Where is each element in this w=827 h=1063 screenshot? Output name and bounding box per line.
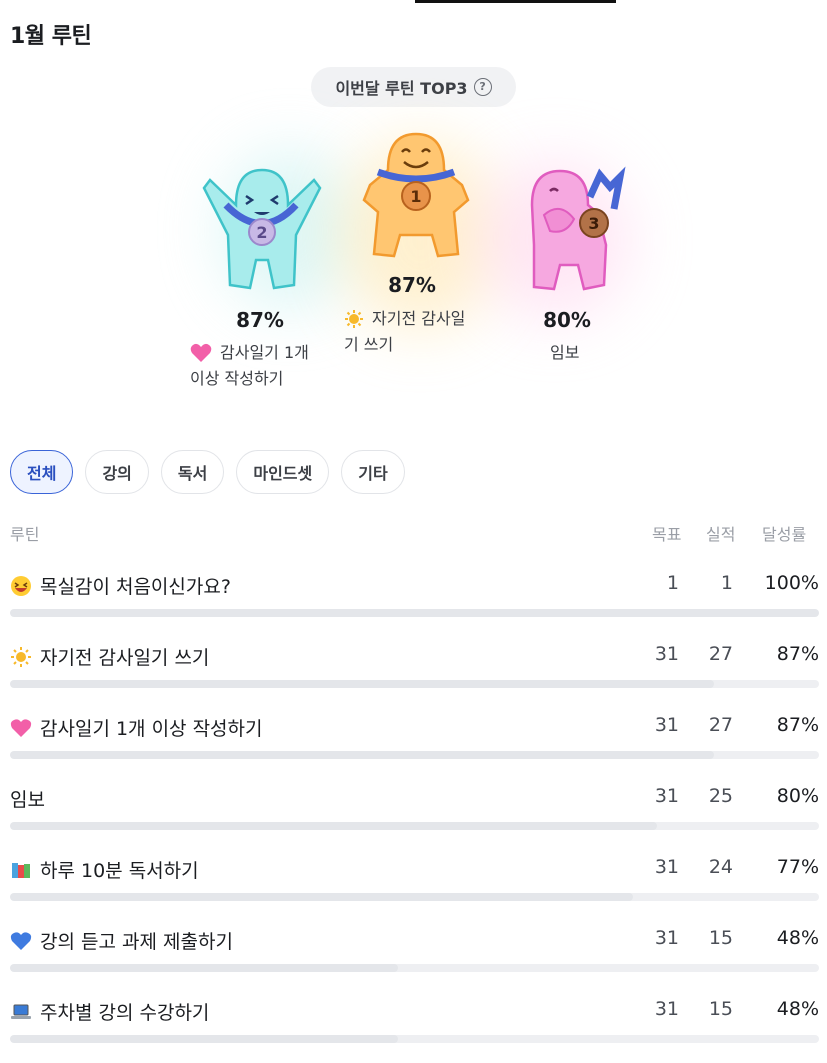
progress-bar (10, 964, 819, 972)
rate-value: 100% (764, 572, 819, 594)
tab-reading[interactable]: 독서 (160, 450, 225, 494)
rank1-percent: 87% (388, 273, 436, 297)
table-row[interactable]: 자기전 감사일기 쓰기 31 27 87% (10, 637, 819, 708)
done-value: 1 (720, 572, 733, 594)
done-value: 27 (708, 643, 733, 665)
table-header: 루틴 목표 실적 달성률 (10, 521, 817, 544)
rank1-label: 자기전 감사일 기 쓰기 (344, 306, 465, 358)
routine-label: 하루 10분 독서하기 (40, 860, 199, 882)
rank2-character-icon: 2 (202, 168, 322, 290)
routine-label: 감사일기 1개 이상 작성하기 (40, 718, 263, 740)
progress-fill (10, 609, 819, 617)
rate-value: 87% (776, 714, 819, 736)
table-row[interactable]: 목실감이 처음이신가요? 1 1 100% (10, 566, 819, 637)
laptop-icon (11, 1004, 31, 1019)
progress-fill (10, 964, 399, 972)
table-row[interactable]: 임보 31 25 80% (10, 779, 819, 850)
progress-fill (10, 822, 658, 830)
progress-fill (10, 680, 714, 688)
routine-name: 목실감이 처음이신가요? (10, 572, 231, 599)
done-value: 15 (708, 998, 733, 1020)
rank3-medal-number: 3 (588, 214, 599, 233)
table-row[interactable]: 강의 듣고 과제 제출하기 31 15 48% (10, 921, 819, 992)
rank3-character-icon: 3 (530, 166, 626, 291)
blue-heart-icon (10, 931, 32, 950)
header-done: 실적 (706, 525, 736, 544)
routine-label: 자기전 감사일기 쓰기 (40, 647, 210, 669)
goal-value: 31 (654, 643, 679, 665)
tab-lecture[interactable]: 강의 (85, 450, 149, 494)
header-routine: 루틴 (10, 525, 40, 544)
routine-label: 강의 듣고 과제 제출하기 (40, 931, 233, 953)
top-edge-bar (415, 0, 616, 3)
done-value: 15 (708, 927, 733, 949)
goal-value: 31 (654, 856, 679, 878)
table-row[interactable]: 주차별 강의 수강하기 31 15 48% (10, 992, 819, 1063)
rank3-percent: 80% (543, 308, 591, 332)
goal-value: 31 (654, 927, 679, 949)
progress-fill (10, 1035, 399, 1043)
progress-bar (10, 822, 819, 830)
top3-pill[interactable]: 이번달 루틴 TOP3 ? (311, 67, 516, 107)
routine-name: 자기전 감사일기 쓰기 (10, 643, 209, 670)
rank2-label-line1: 감사일기 1개 (220, 343, 309, 362)
laughing-face-icon (11, 575, 31, 596)
tab-mindset[interactable]: 마인드셋 (236, 450, 330, 494)
routine-name: 감사일기 1개 이상 작성하기 (10, 714, 263, 741)
rate-value: 48% (776, 998, 819, 1020)
rank2-percent: 87% (236, 308, 284, 332)
goal-value: 31 (654, 714, 679, 736)
done-value: 24 (708, 856, 733, 878)
header-rate: 달성률 (762, 525, 807, 544)
goal-value: 1 (666, 572, 679, 594)
tab-all[interactable]: 전체 (10, 450, 74, 494)
pink-heart-icon (10, 718, 32, 737)
page-title: 1월 루틴 (10, 24, 92, 49)
goal-value: 31 (654, 785, 679, 807)
sun-icon (11, 646, 31, 667)
progress-bar (10, 680, 819, 688)
done-value: 25 (708, 785, 733, 807)
pink-heart-icon (190, 343, 212, 362)
tab-etc[interactable]: 기타 (341, 450, 405, 494)
rank1-label-line2: 기 쓰기 (344, 335, 394, 354)
rate-value: 48% (776, 927, 819, 949)
rank2-label-line2: 이상 작성하기 (190, 369, 284, 388)
routine-name: 하루 10분 독서하기 (10, 856, 199, 883)
category-tabs: 전체 강의 독서 마인드셋 기타 (10, 450, 405, 494)
header-goal: 목표 (652, 525, 682, 544)
table-row[interactable]: 하루 10분 독서하기 31 24 77% (10, 850, 819, 921)
rank3-label: 임보 (550, 343, 580, 362)
rank2-label: 감사일기 1개 이상 작성하기 (190, 340, 309, 392)
routine-label: 임보 (10, 789, 45, 811)
done-value: 27 (708, 714, 733, 736)
routine-label: 목실감이 처음이신가요? (40, 576, 231, 598)
sun-icon (345, 310, 363, 328)
routine-label: 주차별 강의 수강하기 (40, 1002, 210, 1024)
progress-fill (10, 751, 714, 759)
rate-value: 80% (776, 785, 819, 807)
rank2-medal-number: 2 (256, 223, 267, 242)
progress-bar (10, 893, 819, 901)
rate-value: 87% (776, 643, 819, 665)
books-icon (12, 862, 30, 878)
progress-bar (10, 1035, 819, 1043)
routine-table: 목실감이 처음이신가요? 1 1 100% 자기전 감사일기 쓰기 31 27 87% 감사일기… (10, 566, 819, 1063)
table-row[interactable]: 감사일기 1개 이상 작성하기 31 27 87% (10, 708, 819, 779)
top3-label: 이번달 루틴 TOP3 (335, 79, 468, 98)
rank1-medal-number: 1 (410, 187, 421, 206)
routine-name: 강의 듣고 과제 제출하기 (10, 927, 233, 954)
top3-podium: 2 1 3 87% 87% 80% 자기전 감사일 기 쓰기 감사일기 1개 이… (0, 110, 827, 410)
rate-value: 77% (776, 856, 819, 878)
rank1-character-icon: 1 (362, 132, 470, 258)
progress-fill (10, 893, 633, 901)
routine-name: 주차별 강의 수강하기 (10, 998, 209, 1025)
routine-name: 임보 (10, 785, 45, 812)
rank1-label-line1: 자기전 감사일 (372, 309, 466, 328)
progress-bar (10, 751, 819, 759)
help-icon[interactable]: ? (473, 78, 492, 96)
progress-bar (10, 609, 819, 617)
goal-value: 31 (654, 998, 679, 1020)
